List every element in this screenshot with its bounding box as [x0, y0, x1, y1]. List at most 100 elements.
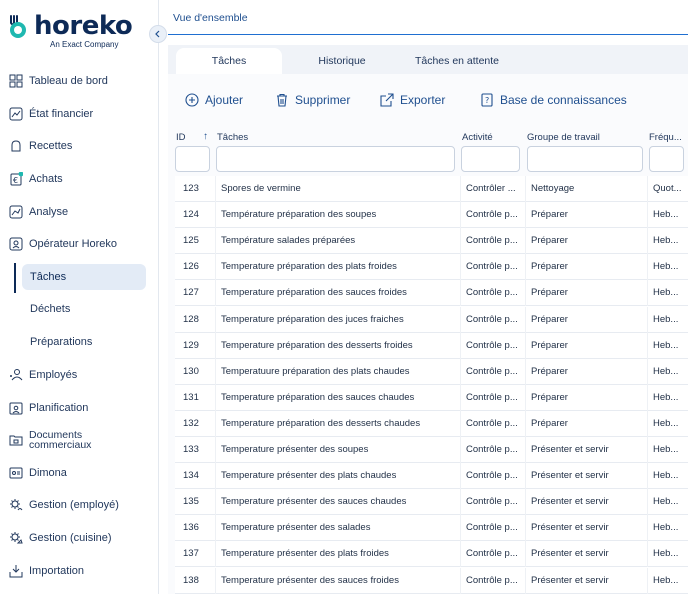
table-cell: Présenter et servir: [531, 444, 609, 455]
column-header-id[interactable]: ID: [176, 132, 186, 143]
sidebar-item-documents[interactable]: Documents commerciaux: [0, 426, 159, 454]
column-header-activity[interactable]: Activité: [462, 132, 493, 143]
filter-workgroup-input[interactable]: [527, 146, 643, 172]
table-row[interactable]: 138 Temperature présenter des sauces froi…: [175, 567, 688, 594]
main-content: Vue d'ensemble Tâches Historique Tâches …: [160, 0, 688, 594]
table-cell: Contrôle p...: [466, 261, 518, 273]
table-cell: Présenter et servir: [531, 496, 609, 508]
table-row[interactable]: 129 Temperature préparation des desserts …: [175, 332, 688, 359]
table-cell: Temperature préparation des sauces froid…: [221, 287, 407, 299]
filter-tasks-input[interactable]: [216, 146, 455, 172]
column-divider: [525, 541, 526, 568]
table-row[interactable]: 128 Temperature préparation des juces fra…: [175, 306, 688, 333]
table-cell: Spores de vermine: [221, 183, 301, 194]
subnav-item-preparations[interactable]: Préparations: [22, 329, 146, 355]
column-divider: [647, 176, 648, 202]
sidebar-item-import[interactable]: Importation: [0, 557, 159, 585]
add-button[interactable]: Ajouter: [185, 91, 243, 109]
subnav-item-waste[interactable]: Déchets: [22, 296, 146, 322]
column-divider: [525, 489, 526, 516]
sidebar-item-label: Gestion (cuisine): [29, 531, 112, 544]
brand-logo[interactable]: horeko: [8, 13, 133, 39]
table-row[interactable]: 137 Temperature présenter des plats froid…: [175, 541, 688, 568]
help-book-icon: ?: [481, 93, 493, 107]
table-cell: 125: [183, 235, 199, 247]
dashboard-icon: [8, 73, 24, 89]
table-cell: Temperature présenter des soupes: [221, 444, 369, 455]
table-row[interactable]: 125 Température salades préparées Contrôle…: [175, 228, 688, 255]
sort-ascending-icon[interactable]: ↑: [203, 131, 208, 142]
column-divider: [647, 306, 648, 333]
knowledge-base-button[interactable]: ? Base de connaissances: [480, 91, 627, 109]
tab-history[interactable]: Historique: [290, 48, 394, 74]
sidebar-item-analysis[interactable]: Analyse: [0, 198, 159, 226]
gear-icon: [8, 497, 24, 513]
svg-text:€: €: [13, 176, 18, 185]
collapse-sidebar-button[interactable]: [149, 25, 167, 43]
table-row[interactable]: 133 Temperature présenter des soupes Contr…: [175, 437, 688, 463]
table-row[interactable]: 124 Température préparation des soupes Con…: [175, 202, 688, 229]
breadcrumb-underline: [168, 34, 688, 35]
column-header-tasks[interactable]: Tâches: [217, 132, 248, 143]
table-cell: Heb...: [653, 287, 679, 299]
table-row[interactable]: 127 Temperature préparation des sauces fr…: [175, 280, 688, 307]
export-button[interactable]: Exporter: [380, 91, 445, 109]
sidebar-item-label: Importation: [29, 564, 85, 577]
table-cell: Présenter et servir: [531, 574, 609, 586]
table-cell: Préparer: [531, 339, 568, 351]
column-divider: [647, 280, 648, 307]
plus-circle-icon: [185, 93, 199, 107]
column-divider: [525, 228, 526, 255]
employees-icon: [8, 367, 24, 383]
filter-id-input[interactable]: [175, 146, 210, 172]
sidebar-item-recipes[interactable]: Recettes: [0, 132, 159, 160]
table-cell: 129: [183, 339, 199, 351]
table-cell: Temperature présenter des salades: [221, 522, 371, 534]
table-row[interactable]: 136 Temperature présenter des salades Cont…: [175, 515, 688, 542]
import-icon: [8, 563, 24, 579]
sidebar-item-management-kitchen[interactable]: Gestion (cuisine): [0, 524, 159, 552]
column-divider: [525, 384, 526, 411]
table-cell: Préparer: [531, 235, 568, 247]
sidebar-item-planning[interactable]: Planification: [0, 394, 159, 422]
sidebar-item-label: Documents commerciaux: [29, 429, 92, 451]
dimona-icon: [8, 465, 24, 481]
sidebar-item-dashboard[interactable]: Tableau de bord: [0, 67, 159, 95]
table-row[interactable]: 135 Temperature présenter des sauces chau…: [175, 489, 688, 516]
sidebar-item-employees[interactable]: Employés: [0, 361, 159, 389]
table-cell: Contrôle p...: [466, 365, 518, 377]
documents-icon: [8, 432, 24, 448]
subnav-item-tasks[interactable]: Tâches: [22, 264, 146, 290]
table-row[interactable]: 123 Spores de vermine Contrôler ... Nettoya…: [175, 176, 688, 202]
table-row[interactable]: 134 Temperature présenter des plats chaud…: [175, 463, 688, 490]
sidebar-item-purchases[interactable]: € Achats: [0, 165, 159, 193]
delete-button[interactable]: Supprimer: [275, 91, 350, 109]
table-cell: Heb...: [653, 574, 679, 586]
brand-subtitle: An Exact Company: [50, 40, 119, 49]
breadcrumb[interactable]: Vue d'ensemble: [173, 12, 248, 24]
table-row[interactable]: 130 Temperatuure préparation des plats ch…: [175, 358, 688, 385]
recipes-icon: [8, 138, 24, 154]
table-cell: Temperatuure préparation des plats chaud…: [221, 365, 410, 377]
sidebar-item-management-employee[interactable]: Gestion (employé): [0, 491, 159, 519]
column-divider: [647, 254, 648, 281]
table-row[interactable]: 126 Temperature préparation des plats fro…: [175, 254, 688, 281]
tab-pending-tasks[interactable]: Tâches en attente: [400, 48, 514, 74]
table-cell: Température salades préparées: [221, 235, 356, 247]
tab-tasks[interactable]: Tâches: [176, 48, 282, 74]
filter-activity-input[interactable]: [461, 146, 520, 172]
sidebar-item-dimona[interactable]: Dimona: [0, 459, 159, 487]
sidebar-item-finance[interactable]: État financier: [0, 100, 159, 128]
column-header-frequency[interactable]: Fréqu...: [649, 132, 682, 143]
column-divider: [647, 228, 648, 255]
table-row[interactable]: 132 Temperature préparation des desserts …: [175, 410, 688, 437]
column-header-workgroup[interactable]: Groupe de travail: [527, 132, 600, 143]
table-cell: Temperature préparation des sauces chaud…: [221, 391, 415, 403]
planning-icon: [8, 400, 24, 416]
filter-frequency-input[interactable]: [649, 146, 684, 172]
table-cell: 134: [183, 470, 199, 482]
table-cell: Préparer: [531, 313, 568, 325]
sidebar-item-operator[interactable]: Opérateur Horeko: [0, 230, 159, 258]
table-cell: Préparer: [531, 365, 568, 377]
table-row[interactable]: 131 Temperature préparation des sauces ch…: [175, 384, 688, 411]
